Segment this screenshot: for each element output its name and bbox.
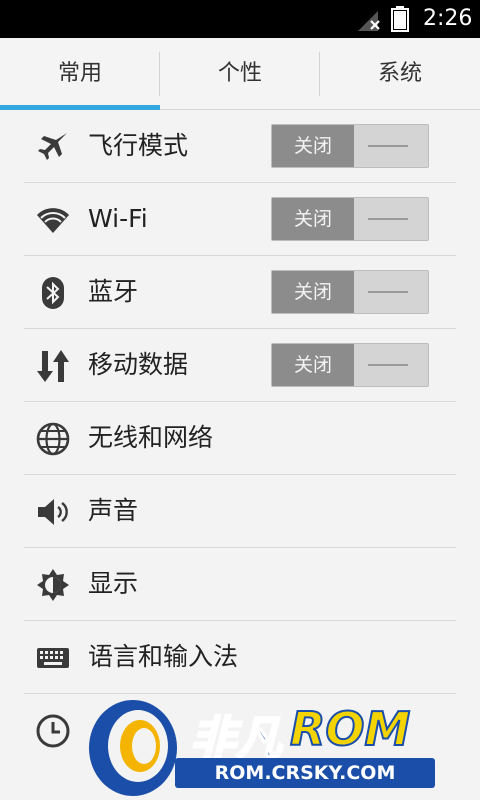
setting-label: 声音 <box>88 496 139 525</box>
status-bar: 2:26 <box>0 0 480 38</box>
wifi-toggle[interactable]: 关闭 <box>271 197 429 241</box>
toggle-track <box>368 218 408 220</box>
tab-bar: 常用 个性 系统 <box>0 38 480 110</box>
toggle-state-label: 关闭 <box>272 198 354 240</box>
watermark-overlay: 非凡 ROM ROM.CRSKY.COM <box>30 692 450 800</box>
setting-bluetooth[interactable]: 蓝牙 关闭 <box>24 256 456 329</box>
setting-airplane-mode[interactable]: 飞行模式 关闭 <box>24 110 456 183</box>
watermark-url: ROM.CRSKY.COM <box>175 758 435 788</box>
bluetooth-icon <box>42 277 64 309</box>
brightness-icon <box>37 569 69 601</box>
status-clock: 2:26 <box>423 6 473 31</box>
setting-wifi[interactable]: Wi-Fi 关闭 <box>24 183 456 256</box>
watermark-logo-icon <box>89 700 177 796</box>
setting-language-input[interactable]: 语言和输入法 <box>24 621 456 694</box>
setting-label: 飞行模式 <box>88 131 189 160</box>
airplane-mode-toggle[interactable]: 关闭 <box>271 124 429 168</box>
airplane-icon <box>38 133 67 160</box>
toggle-state-label: 关闭 <box>272 344 354 386</box>
setting-label: 显示 <box>88 569 139 598</box>
tab-label: 个性 <box>217 61 262 86</box>
setting-label: 无线和网络 <box>88 423 214 452</box>
setting-mobile-data[interactable]: 移动数据 关闭 <box>24 329 456 402</box>
wifi-icon <box>37 208 69 233</box>
tab-common[interactable]: 常用 <box>0 38 160 110</box>
watermark-name-en: ROM <box>289 701 411 757</box>
setting-label: 语言和输入法 <box>88 642 239 671</box>
toggle-state-label: 关闭 <box>272 271 354 313</box>
setting-display[interactable]: 显示 <box>24 548 456 621</box>
mobile-data-toggle[interactable]: 关闭 <box>271 343 429 387</box>
speaker-icon <box>38 499 68 525</box>
toggle-track <box>368 364 408 366</box>
setting-label: Wi-Fi <box>88 204 148 233</box>
tab-personal[interactable]: 个性 <box>160 38 320 110</box>
tab-label: 常用 <box>57 61 102 86</box>
battery-full-icon <box>391 6 409 32</box>
setting-sound[interactable]: 声音 <box>24 475 456 548</box>
setting-label: 移动数据 <box>88 350 189 379</box>
mobile-data-icon <box>37 350 69 382</box>
toggle-state-label: 关闭 <box>272 125 354 167</box>
setting-wireless-networks[interactable]: 无线和网络 <box>24 402 456 475</box>
signal-no-service-icon <box>358 11 380 31</box>
keyboard-icon <box>37 648 69 668</box>
tab-label: 系统 <box>377 61 422 86</box>
tab-system[interactable]: 系统 <box>320 38 480 110</box>
bluetooth-toggle[interactable]: 关闭 <box>271 270 429 314</box>
toggle-track <box>368 145 408 147</box>
setting-label: 蓝牙 <box>88 277 139 306</box>
globe-icon <box>36 422 70 456</box>
toggle-track <box>368 291 408 293</box>
